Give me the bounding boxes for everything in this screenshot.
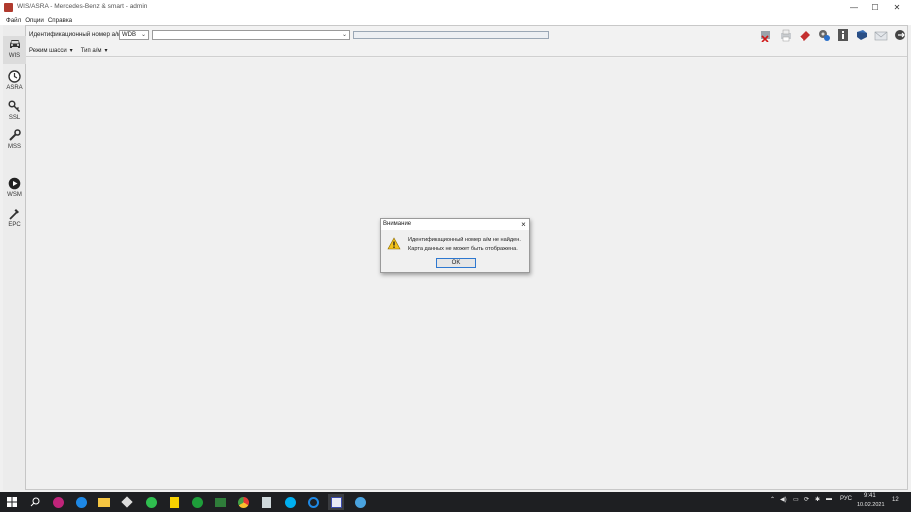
chassis-mode-label: Режим шасси (29, 47, 67, 54)
chevron-down-icon: ⌄ (341, 32, 347, 38)
sidebar-item-ssl[interactable]: SSL (3, 98, 26, 126)
network-icon[interactable]: ▭ (793, 496, 799, 503)
title-bar: WIS/ASRA - Mercedes-Benz & smart - admin… (0, 0, 911, 15)
vin-input[interactable]: ⌄ (152, 30, 350, 40)
tool-icon (8, 206, 22, 220)
sidebar-label-wis: WIS (8, 53, 21, 59)
notes-app-icon[interactable] (166, 494, 182, 510)
media-app-icon[interactable] (189, 494, 205, 510)
mail-icon[interactable] (874, 28, 888, 42)
volume-icon[interactable]: ◀) (780, 496, 787, 503)
sidebar-label-mss: MSS (7, 144, 21, 150)
sidebar: WIS ASRA SSL MSS WSM EPC (3, 25, 26, 490)
chevron-down-icon: ⌄ (140, 32, 146, 38)
vehicle-type-label: Тип а/м (80, 47, 102, 54)
ok-button[interactable]: OK (436, 258, 476, 268)
language-indicator[interactable]: РУС (840, 496, 852, 502)
sidebar-label-epc: EPC (8, 222, 21, 228)
sidebar-label-ssl: SSL (8, 115, 21, 121)
clock-date[interactable]: 10.02.2021 (857, 502, 885, 508)
dialog-title: Внимание (381, 219, 529, 230)
menu-bar: Файл Опции Справка (0, 15, 911, 25)
tray-chevron-up-icon[interactable]: ⌃ (770, 496, 775, 503)
edge-browser-icon[interactable] (73, 494, 89, 510)
clock-time[interactable]: 9:41 (864, 493, 876, 499)
filter-bar: Режим шасси ▾ Тип а/м ▾ (26, 45, 907, 57)
file-explorer-icon[interactable] (96, 494, 112, 510)
sync-icon[interactable]: ⟳ (804, 496, 809, 503)
clock-icon (8, 69, 22, 83)
chrome-icon[interactable] (235, 494, 251, 510)
toolbar: Идентификационный номер а/м WDB ⌄ ⌄ (26, 26, 907, 44)
vin-prefix-select[interactable]: WDB ⌄ (119, 30, 149, 40)
display-icon[interactable]: ▬ (826, 496, 832, 502)
close-button[interactable]: ✕ (886, 0, 908, 15)
sidebar-label-asra: ASRA (6, 85, 23, 91)
menu-file[interactable]: Файл (6, 17, 21, 24)
sidebar-item-epc[interactable]: EPC (3, 205, 26, 233)
maximize-button[interactable]: ☐ (864, 0, 886, 15)
delete-vehicle-icon[interactable] (759, 28, 773, 43)
network-app-icon[interactable] (352, 494, 368, 510)
warning-icon (387, 237, 401, 252)
car-icon (8, 37, 22, 51)
play-icon (8, 176, 22, 190)
sidebar-item-wis[interactable]: WIS (3, 36, 26, 64)
calculator-icon[interactable] (258, 494, 274, 510)
sidebar-item-mss[interactable]: MSS (3, 127, 26, 155)
book-icon[interactable] (855, 28, 869, 42)
window-title: WIS/ASRA - Mercedes-Benz & smart - admin (17, 3, 148, 10)
app-icon (4, 3, 13, 12)
eraser-icon[interactable] (798, 28, 812, 42)
warning-dialog: Внимание × Идентификационный номер а/м н… (380, 218, 530, 273)
notifications-badge[interactable]: 12 (892, 497, 899, 503)
key-icon (8, 99, 22, 113)
wrench-icon (8, 128, 22, 142)
sidebar-item-wsm[interactable]: WSM (3, 175, 26, 203)
skype-icon[interactable] (282, 494, 298, 510)
wis-asra-taskbar-icon[interactable] (328, 494, 344, 510)
status-progress-box (353, 31, 549, 39)
whatsapp-icon[interactable] (143, 494, 159, 510)
content-area (26, 58, 907, 489)
vin-label: Идентификационный номер а/м (29, 31, 122, 38)
info-icon[interactable] (836, 28, 850, 42)
sidebar-item-asra[interactable]: ASRA (3, 68, 26, 96)
chassis-mode-dropdown[interactable]: Режим шасси ▾ (29, 47, 73, 55)
dialog-close-icon[interactable]: × (518, 219, 529, 230)
sidebar-label-wsm: WSM (7, 192, 22, 198)
minimize-button[interactable]: — (843, 0, 865, 15)
security-icon[interactable]: ✱ (815, 496, 820, 503)
taskbar: ⌃ ◀) ▭ ⟳ ✱ ▬ РУС 9:41 10.02.2021 12 (0, 492, 911, 512)
caret-down-icon: ▾ (104, 48, 108, 54)
print-icon[interactable] (779, 28, 793, 42)
menu-help[interactable]: Справка (48, 17, 72, 24)
ie-browser-icon[interactable] (305, 494, 321, 510)
vehicle-type-dropdown[interactable]: Тип а/м ▾ (80, 47, 108, 55)
dialog-message-line2: Карта данных не может быть отображена. (408, 246, 518, 252)
vin-prefix-value: WDB (122, 32, 136, 38)
windows-start-icon[interactable] (4, 494, 20, 510)
exit-icon[interactable] (893, 28, 907, 42)
terminal-icon[interactable] (212, 494, 228, 510)
caret-down-icon: ▾ (69, 48, 73, 54)
app-icon-diamond[interactable] (119, 494, 135, 510)
search-icon[interactable] (27, 494, 43, 510)
dialog-message-line1: Идентификационный номер а/м не найден. (408, 237, 521, 243)
menu-options[interactable]: Опции (25, 17, 44, 24)
app-icon-1[interactable] (50, 494, 66, 510)
settings-gear-icon[interactable] (817, 28, 831, 42)
